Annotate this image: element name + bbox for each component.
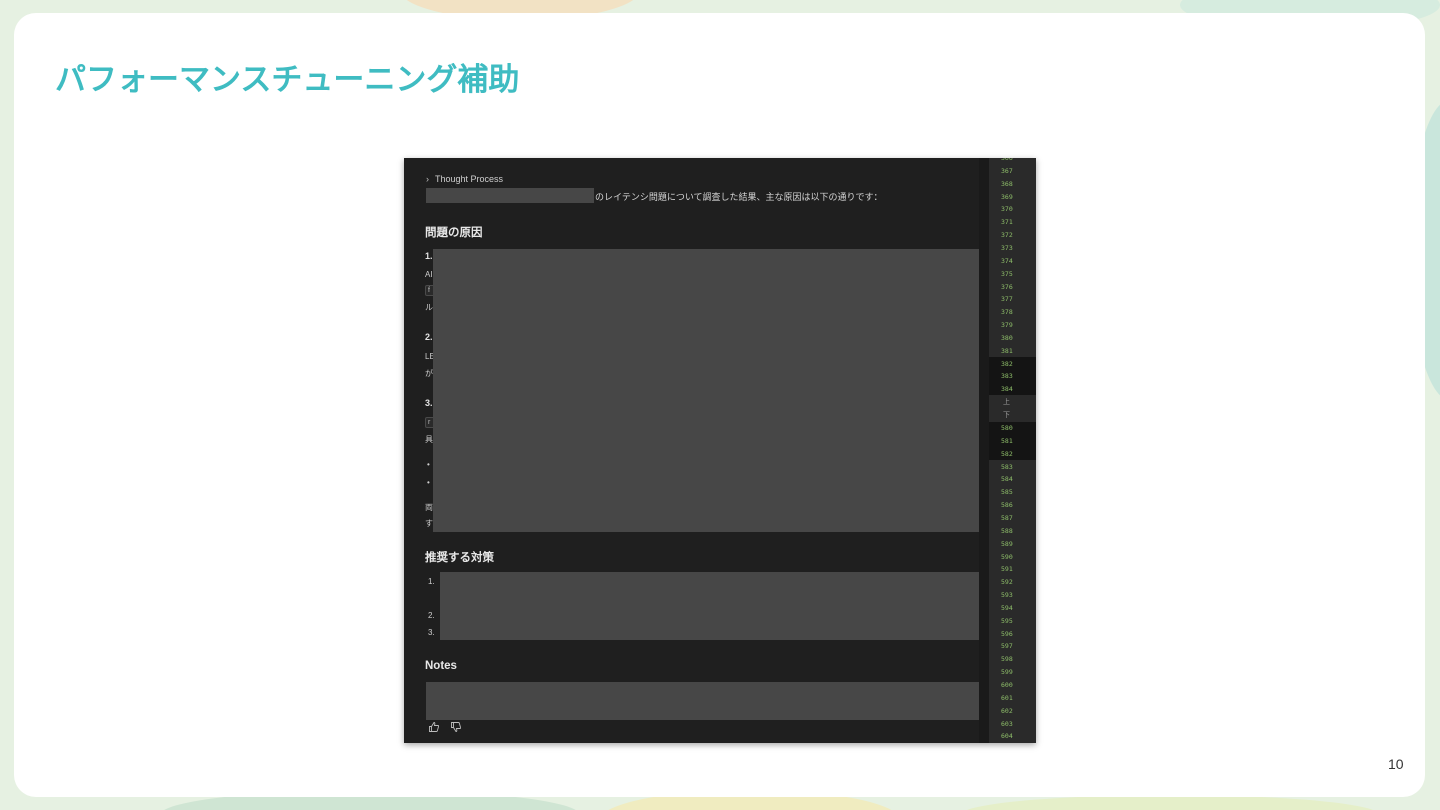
line-number: 371 — [1001, 218, 1013, 227]
cause-3-text: す — [425, 519, 433, 528]
line-number: 598 — [1001, 655, 1013, 664]
line-number: 599 — [1001, 668, 1013, 677]
line-number: 379 — [1001, 321, 1013, 330]
line-number: 374 — [1001, 256, 1013, 265]
intro-text: のレイテンシ問題について調査した結果、主な原因は以下の通りです： — [595, 192, 883, 202]
cause-2-text: が — [425, 369, 433, 378]
line-number: 373 — [1001, 243, 1013, 252]
line-number: 587 — [1001, 513, 1013, 522]
line-number: 588 — [1001, 526, 1013, 535]
cause-1-number: 1. — [425, 251, 433, 261]
line-number: 592 — [1001, 578, 1013, 587]
cause-3-text: 両 — [425, 503, 433, 512]
feedback-bar — [428, 721, 462, 733]
line-number: 367 — [1001, 166, 1013, 175]
background-shape — [960, 795, 1380, 810]
redacted-block — [440, 572, 979, 640]
thumbs-down-icon[interactable] — [450, 721, 462, 733]
line-number: 368 — [1001, 179, 1013, 188]
measure-number: 3. — [428, 628, 435, 637]
line-number: 589 — [1001, 539, 1013, 548]
line-number: 594 — [1001, 603, 1013, 612]
line-number: 583 — [1001, 462, 1013, 471]
line-number: 603 — [1001, 719, 1013, 728]
chevron-right-icon: › — [426, 174, 429, 184]
line-number: 602 — [1001, 706, 1013, 715]
measure-number: 2. — [428, 611, 435, 620]
cause-2-number: 2. — [425, 332, 433, 342]
screenshot: › Thought Process のレイテンシ問題について調査した結果、主な原… — [404, 158, 1036, 743]
line-number: 380 — [1001, 333, 1013, 342]
heading-causes: 問題の原因 — [425, 227, 483, 239]
line-number: 372 — [1001, 231, 1013, 240]
editor-divider — [979, 158, 989, 743]
redacted-block — [426, 682, 979, 720]
line-number: 383 — [1001, 372, 1013, 381]
chat-panel: › Thought Process のレイテンシ問題について調査した結果、主な原… — [404, 158, 989, 743]
line-number: 591 — [1001, 565, 1013, 574]
page-number: 10 — [1388, 756, 1404, 772]
line-number: 376 — [1001, 282, 1013, 291]
measure-number: 1. — [428, 577, 435, 586]
line-number: 381 — [1001, 346, 1013, 355]
cause-3-text: 具 — [425, 435, 433, 444]
line-number: 580 — [1001, 424, 1013, 432]
line-number: 584 — [1001, 475, 1013, 484]
line-number: 382 — [1001, 359, 1013, 368]
line-number: 604 — [1001, 732, 1013, 741]
heading-notes: Notes — [425, 660, 457, 672]
line-number: 366 — [1001, 158, 1013, 162]
redacted-block — [433, 249, 979, 532]
line-number: 597 — [1001, 642, 1013, 651]
line-number: 596 — [1001, 629, 1013, 638]
line-number: 595 — [1001, 616, 1013, 625]
cause-1-text: ル — [425, 303, 433, 312]
line-number: 375 — [1001, 269, 1013, 278]
line-number: 378 — [1001, 308, 1013, 317]
thought-process-toggle[interactable]: › Thought Process — [426, 174, 503, 184]
bullet: • — [427, 478, 430, 487]
heading-measures: 推奨する対策 — [425, 552, 494, 564]
line-number: 601 — [1001, 693, 1013, 702]
line-number: 600 — [1001, 681, 1013, 689]
line-number: 384 — [1001, 385, 1013, 394]
line-number: 581 — [1001, 436, 1013, 445]
fold-marker-up[interactable]: 上 — [1003, 397, 1010, 407]
thumbs-up-icon[interactable] — [428, 721, 440, 733]
thought-process-label: Thought Process — [435, 174, 504, 184]
line-number: 369 — [1001, 192, 1013, 201]
fold-marker-down[interactable]: 下 — [1003, 410, 1010, 420]
line-number: 586 — [1001, 501, 1013, 510]
line-number-gutter: 上 下 366 367 368 369 370 371 372 373 374 375 376 377… — [989, 158, 1036, 743]
bullet: • — [427, 460, 430, 469]
line-number: 377 — [1001, 295, 1013, 304]
line-number: 582 — [1001, 449, 1013, 458]
redacted-block — [426, 188, 594, 203]
line-number: 590 — [1001, 552, 1013, 561]
line-number: 370 — [1001, 205, 1013, 214]
cause-1-text: AI — [425, 270, 433, 279]
slide-title: パフォーマンスチューニング補助 — [55, 62, 520, 98]
line-number: 585 — [1001, 488, 1013, 497]
line-number: 593 — [1001, 591, 1013, 600]
cause-3-number: 3. — [425, 398, 433, 408]
